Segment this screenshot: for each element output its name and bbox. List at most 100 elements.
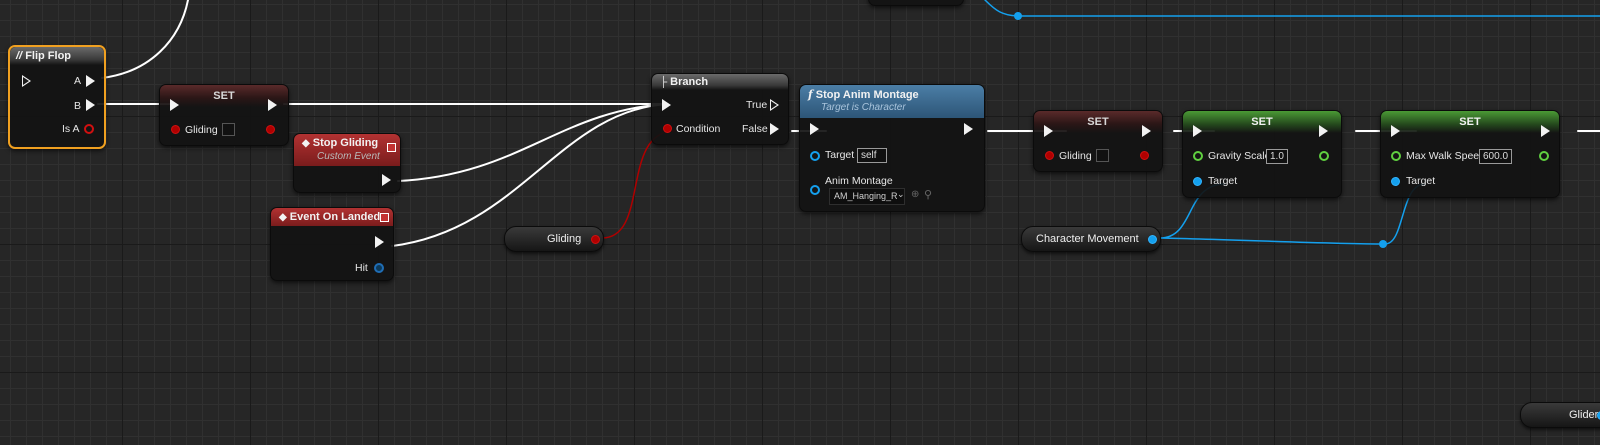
max-walk-speed-value-field[interactable]: 600.0 <box>1479 149 1513 164</box>
wire-top-blue <box>984 0 1600 17</box>
stop-anim-montage-title: Stop Anim Montage <box>815 89 919 101</box>
wire-landed-to-branch <box>391 103 669 247</box>
set-gliding-node-2[interactable]: SET Gliding <box>1033 110 1163 172</box>
flip-flop-pin-is-a-label: Is A <box>62 123 80 135</box>
branch-condition-label: Condition <box>676 123 721 135</box>
chevron-down-icon[interactable]: ⌄ <box>897 189 905 200</box>
set-gliding-2-output-pin[interactable] <box>1140 151 1149 160</box>
gravity-scale-value-field[interactable]: 1.0 <box>1266 149 1288 164</box>
browse-asset-search-icon[interactable]: ⚲ <box>924 188 932 201</box>
wire-gliding-to-condition <box>601 130 676 239</box>
branch-icon: ├ <box>660 77 668 88</box>
set-walk-speed-output-pin[interactable] <box>1539 151 1549 161</box>
set-walk-speed-target-pin[interactable] <box>1391 177 1400 186</box>
branch-condition-pin[interactable] <box>663 124 672 133</box>
set-gliding-node-1[interactable]: SET Gliding <box>159 84 289 146</box>
stop-gliding-exec-out[interactable] <box>382 174 391 186</box>
set-gliding-1-checkbox[interactable] <box>222 123 235 136</box>
landed-delegate-pin[interactable] <box>380 213 389 222</box>
branch-true-pin[interactable] <box>770 99 779 111</box>
flip-flop-pin-is-a[interactable] <box>84 124 94 134</box>
branch-true-label: True <box>746 99 768 111</box>
set-gliding-2-exec-in[interactable] <box>1044 125 1053 137</box>
set-gliding-1-input-pin[interactable] <box>171 125 180 134</box>
use-selected-asset-icon[interactable]: ⊕ <box>911 189 919 200</box>
stop-anim-montage-target-label: Target <box>825 149 855 161</box>
stop-anim-montage-subtitle: Target is Character <box>821 102 906 113</box>
set-gravity-scale-node[interactable]: SET Gravity Scale 1.0 Target <box>1182 110 1342 198</box>
set-gravity-exec-out[interactable] <box>1319 125 1328 137</box>
branch-false-pin[interactable] <box>770 123 779 135</box>
wire-stopgliding-to-branch <box>397 103 669 182</box>
set-max-walk-speed-node[interactable]: SET Max Walk Speed 600.0 Target <box>1380 110 1560 198</box>
set-gliding-1-exec-out[interactable] <box>268 99 277 111</box>
event-on-landed-exec-out[interactable] <box>375 236 384 248</box>
stop-anim-montage-target-pin[interactable] <box>810 151 820 161</box>
gliding-getter-label: Gliding <box>547 233 582 245</box>
event-on-landed-header: ◆ Event On Landed <box>271 208 393 226</box>
stop-gliding-title: Stop Gliding <box>312 137 379 149</box>
wire-flipflop-a-out <box>101 0 189 79</box>
delegate-pin[interactable] <box>387 143 396 152</box>
set-gliding-1-output-pin[interactable] <box>266 125 275 134</box>
flip-flop-pin-a[interactable] <box>86 75 95 87</box>
set-gravity-input-pin[interactable] <box>1193 151 1203 161</box>
character-movement-label: Character Movement <box>1036 233 1139 245</box>
set-gliding-2-input-pin[interactable] <box>1045 151 1054 160</box>
stop-gliding-event-node[interactable]: ◆ Stop Gliding Custom Event <box>293 133 401 193</box>
set-walk-speed-header: SET <box>1381 111 1559 133</box>
stop-anim-montage-node[interactable]: f Stop Anim Montage Target is Character … <box>799 84 985 212</box>
anim-montage-dropdown[interactable]: AM_Hanging_R <box>829 188 905 205</box>
set-walk-speed-title: SET <box>1459 116 1481 128</box>
set-gliding-1-exec-in[interactable] <box>170 99 179 111</box>
flip-flop-pin-b[interactable] <box>86 99 95 111</box>
set-gravity-target-pin[interactable] <box>1193 177 1202 186</box>
branch-node[interactable]: ├ Branch True Condition False <box>651 73 789 145</box>
function-icon: f <box>808 88 813 101</box>
glider-getter-node[interactable]: Glider <box>1520 402 1600 428</box>
flip-flop-pin-a-label: A <box>74 75 82 87</box>
character-movement-getter-node[interactable]: Character Movement <box>1021 226 1161 252</box>
set-gliding-2-var-label: Gliding <box>1059 150 1092 162</box>
set-gravity-output-pin[interactable] <box>1319 151 1329 161</box>
set-gliding-2-exec-out[interactable] <box>1142 125 1151 137</box>
set-walk-speed-input-pin[interactable] <box>1391 151 1401 161</box>
flip-flop-exec-in-pin[interactable] <box>22 75 31 87</box>
set-gravity-target-label: Target <box>1208 175 1238 187</box>
branch-title: Branch <box>670 76 709 88</box>
glider-label: Glider <box>1569 409 1599 421</box>
event-on-landed-title: Event On Landed <box>289 211 381 223</box>
set-walk-speed-exec-out[interactable] <box>1541 125 1550 137</box>
stop-gliding-header: ◆ Stop Gliding Custom Event <box>294 134 400 166</box>
stop-anim-montage-montage-label: Anim Montage <box>825 175 893 187</box>
stop-anim-montage-header: f Stop Anim Montage Target is Character <box>800 85 984 118</box>
set-gravity-var-label: Gravity Scale <box>1208 150 1271 162</box>
anim-montage-value: AM_Hanging_R <box>834 191 898 201</box>
set-gliding-1-title: SET <box>213 90 235 102</box>
set-gliding-1-var-label: Gliding <box>185 124 218 136</box>
branch-false-label: False <box>742 123 768 135</box>
event-on-landed-node[interactable]: ◆ Event On Landed Hit <box>270 207 394 281</box>
wire-knot-top <box>1014 12 1022 20</box>
set-gliding-2-title: SET <box>1087 116 1109 128</box>
stop-anim-montage-montage-pin[interactable] <box>810 185 820 195</box>
set-gravity-title: SET <box>1251 116 1273 128</box>
character-movement-output-pin[interactable] <box>1148 235 1157 244</box>
stop-anim-montage-exec-in[interactable] <box>810 123 819 135</box>
gliding-getter-node[interactable]: Gliding <box>504 226 604 252</box>
flip-flop-title: Flip Flop <box>25 50 72 62</box>
set-gravity-exec-in[interactable] <box>1193 125 1202 137</box>
set-gliding-2-checkbox[interactable] <box>1096 149 1109 162</box>
stop-gliding-subtitle: Custom Event <box>317 151 380 162</box>
set-gravity-header: SET <box>1183 111 1341 133</box>
offscreen-node-top[interactable] <box>868 0 964 6</box>
event-on-landed-hit-pin[interactable] <box>374 263 384 273</box>
set-walk-speed-exec-in[interactable] <box>1391 125 1400 137</box>
branch-exec-in[interactable] <box>662 99 671 111</box>
wire-knot-charmove <box>1379 240 1387 248</box>
gliding-getter-output-pin[interactable] <box>591 235 600 244</box>
stop-anim-montage-target-value[interactable]: self <box>857 148 887 163</box>
blueprint-graph[interactable]: // Flip Flop A B Is A SET Gliding ◆ Stop… <box>0 0 1600 445</box>
stop-anim-montage-exec-out[interactable] <box>964 123 973 135</box>
flip-flop-node[interactable]: // Flip Flop A B Is A <box>8 45 106 149</box>
